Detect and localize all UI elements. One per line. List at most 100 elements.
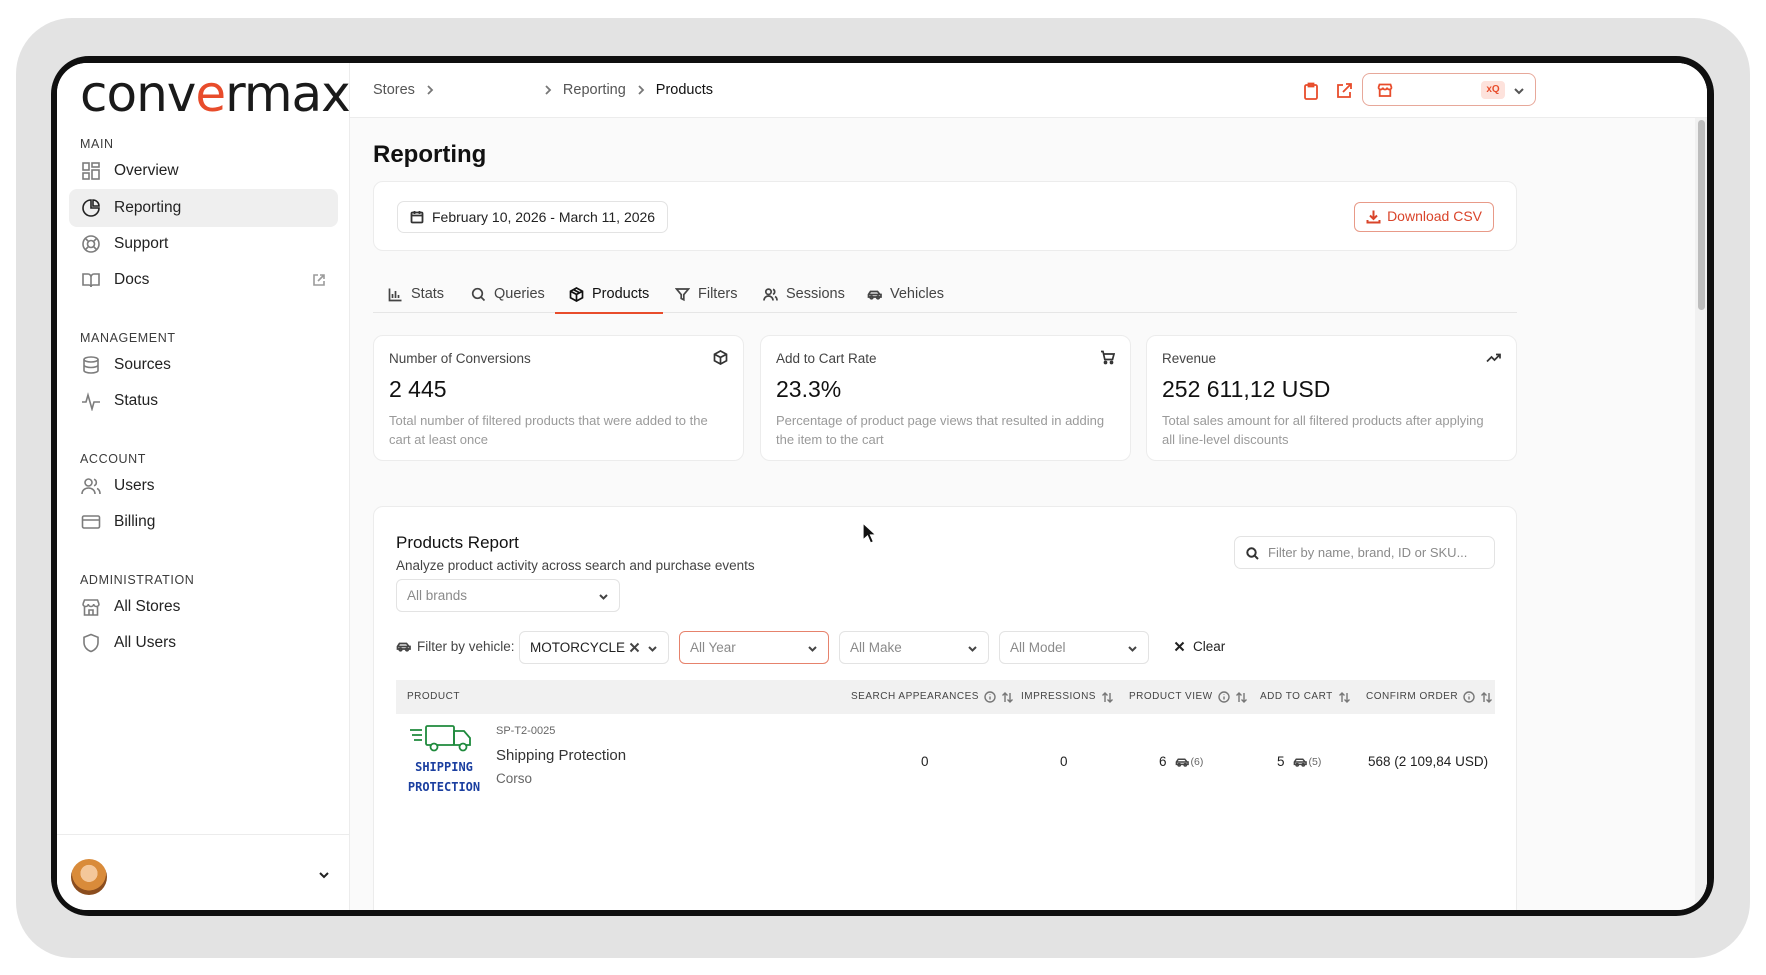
section-title-administration: ADMINISTRATION	[80, 573, 195, 587]
user-menu[interactable]	[57, 834, 349, 910]
sidebar-item-all-users[interactable]: All Users	[69, 624, 338, 662]
sort-icon[interactable]	[1480, 691, 1493, 704]
stat-value: 23.3%	[776, 376, 842, 402]
avatar[interactable]	[71, 859, 107, 895]
sort-icon[interactable]	[1001, 691, 1014, 704]
search-icon	[471, 287, 486, 301]
tab-stats[interactable]: Stats	[388, 275, 444, 313]
grid-icon	[82, 162, 100, 180]
store-icon	[1377, 83, 1393, 97]
date-range-value: February 10, 2026 - March 11, 2026	[432, 209, 656, 225]
external-link-icon	[313, 274, 325, 286]
product-view-value: 6	[1159, 754, 1167, 769]
close-icon[interactable]	[629, 642, 640, 653]
download-csv-button[interactable]: Download CSV	[1354, 202, 1494, 232]
tab-sessions[interactable]: Sessions	[763, 275, 845, 313]
box-icon	[569, 286, 584, 302]
column-product: PRODUCT	[407, 691, 460, 702]
chevron-down-icon	[808, 646, 817, 652]
make-select-value: All Make	[850, 640, 902, 655]
sidebar-item-sources[interactable]: Sources	[69, 346, 338, 384]
column-product-view[interactable]: PRODUCT VIEW	[1129, 680, 1248, 714]
sidebar-item-status[interactable]: Status	[69, 382, 338, 420]
store-selector[interactable]: xQ	[1362, 73, 1536, 106]
sort-icon[interactable]	[1101, 691, 1114, 704]
sidebar-item-label: Support	[114, 235, 169, 252]
car-icon	[1293, 757, 1307, 767]
model-select-value: All Model	[1010, 640, 1066, 655]
sidebar-item-support[interactable]: Support	[69, 225, 338, 263]
sidebar: convermax MAIN Overview Reporting Suppor…	[57, 63, 351, 910]
sidebar-item-users[interactable]: Users	[69, 467, 338, 505]
calendar-icon	[410, 211, 424, 224]
trending-up-icon	[1486, 353, 1501, 363]
report-title: Products Report	[396, 533, 519, 552]
tab-products[interactable]: Products	[554, 275, 664, 314]
database-icon	[83, 356, 99, 374]
product-name[interactable]: Shipping Protection	[496, 747, 626, 764]
clipboard-icon[interactable]	[1302, 82, 1320, 100]
model-select[interactable]: All Model	[999, 631, 1149, 664]
table-header: PRODUCT SEARCH APPEARANCES IMPRESSIONS P…	[396, 680, 1495, 714]
vehicle-type-select[interactable]: MOTORCYCLE	[519, 631, 669, 664]
brand-select[interactable]: All brands	[396, 579, 620, 612]
sort-icon[interactable]	[1235, 691, 1248, 704]
stat-card-revenue: Revenue 252 611,12 USD Total sales amoun…	[1146, 335, 1517, 461]
product-view-vehicle-count: (6)	[1190, 755, 1204, 768]
sidebar-item-billing[interactable]: Billing	[69, 503, 338, 541]
column-confirm-order[interactable]: CONFIRM ORDER	[1366, 680, 1493, 714]
breadcrumb-current: Products	[655, 82, 714, 98]
year-select[interactable]: All Year	[679, 631, 829, 664]
column-add-to-cart[interactable]: ADD TO CART	[1260, 680, 1351, 714]
tab-filters[interactable]: Filters	[675, 275, 737, 313]
stat-label: Revenue	[1162, 351, 1217, 366]
chevron-down-icon[interactable]	[317, 868, 331, 882]
breadcrumb-stores[interactable]: Stores	[373, 82, 415, 98]
tab-label: Filters	[698, 286, 738, 302]
stat-card-conversions: Number of Conversions 2 445 Total number…	[373, 335, 744, 461]
cell-product-view: 6 (6)	[1159, 754, 1203, 769]
column-search-appearances[interactable]: SEARCH APPEARANCES	[851, 680, 1014, 714]
chevron-right-icon	[545, 85, 552, 95]
stat-description: Percentage of product page views that re…	[776, 413, 1105, 447]
scrollbar[interactable]	[1695, 118, 1707, 910]
top-bar: Stores Reporting Products xQ	[350, 63, 1707, 118]
tab-label: Queries	[494, 286, 545, 302]
book-icon	[82, 273, 100, 288]
scrollbar-thumb[interactable]	[1698, 120, 1705, 310]
sidebar-item-label: All Stores	[114, 598, 181, 615]
tab-vehicles[interactable]: Vehicles	[867, 275, 944, 313]
info-icon	[1463, 691, 1475, 703]
clear-filters-button[interactable]: Clear	[1174, 639, 1225, 654]
table-row[interactable]: SHIPPING PROTECTION SP-T2-0025 Shipping …	[396, 714, 1495, 814]
chevron-down-icon	[1514, 88, 1524, 95]
make-select[interactable]: All Make	[839, 631, 989, 664]
sidebar-item-reporting[interactable]: Reporting	[69, 189, 338, 227]
date-range-picker[interactable]: February 10, 2026 - March 11, 2026	[397, 201, 669, 233]
add-to-cart-vehicle: (5)	[1293, 755, 1321, 769]
chevron-right-icon	[638, 85, 645, 95]
stat-label: Add to Cart Rate	[776, 351, 877, 366]
external-link-icon[interactable]	[1335, 82, 1353, 100]
sort-icon[interactable]	[1338, 691, 1351, 704]
tab-queries[interactable]: Queries	[471, 275, 545, 313]
info-icon	[984, 691, 996, 703]
column-impressions[interactable]: IMPRESSIONS	[1021, 680, 1114, 714]
download-icon	[1366, 210, 1381, 224]
section-title-account: ACCOUNT	[80, 452, 147, 466]
sidebar-item-all-stores[interactable]: All Stores	[69, 588, 338, 626]
product-view-vehicle: (6)	[1175, 755, 1204, 769]
search-input[interactable]	[1268, 537, 1488, 568]
product-thumbnail[interactable]: SHIPPING PROTECTION	[406, 720, 482, 798]
sidebar-item-docs[interactable]: Docs	[69, 261, 338, 299]
thumbnail-text-line-1: SHIPPING	[415, 760, 473, 774]
breadcrumb-reporting[interactable]: Reporting	[563, 82, 626, 98]
report-subtitle: Analyze product activity across search a…	[396, 558, 755, 573]
sidebar-item-overview[interactable]: Overview	[69, 152, 338, 190]
breadcrumb: Stores Reporting Products	[373, 82, 713, 98]
credit-card-icon	[81, 515, 101, 529]
bar-chart-icon	[388, 288, 402, 301]
convermax-logo[interactable]: convermax	[80, 65, 351, 123]
product-search[interactable]	[1234, 536, 1495, 569]
sidebar-item-label: Docs	[114, 271, 150, 288]
